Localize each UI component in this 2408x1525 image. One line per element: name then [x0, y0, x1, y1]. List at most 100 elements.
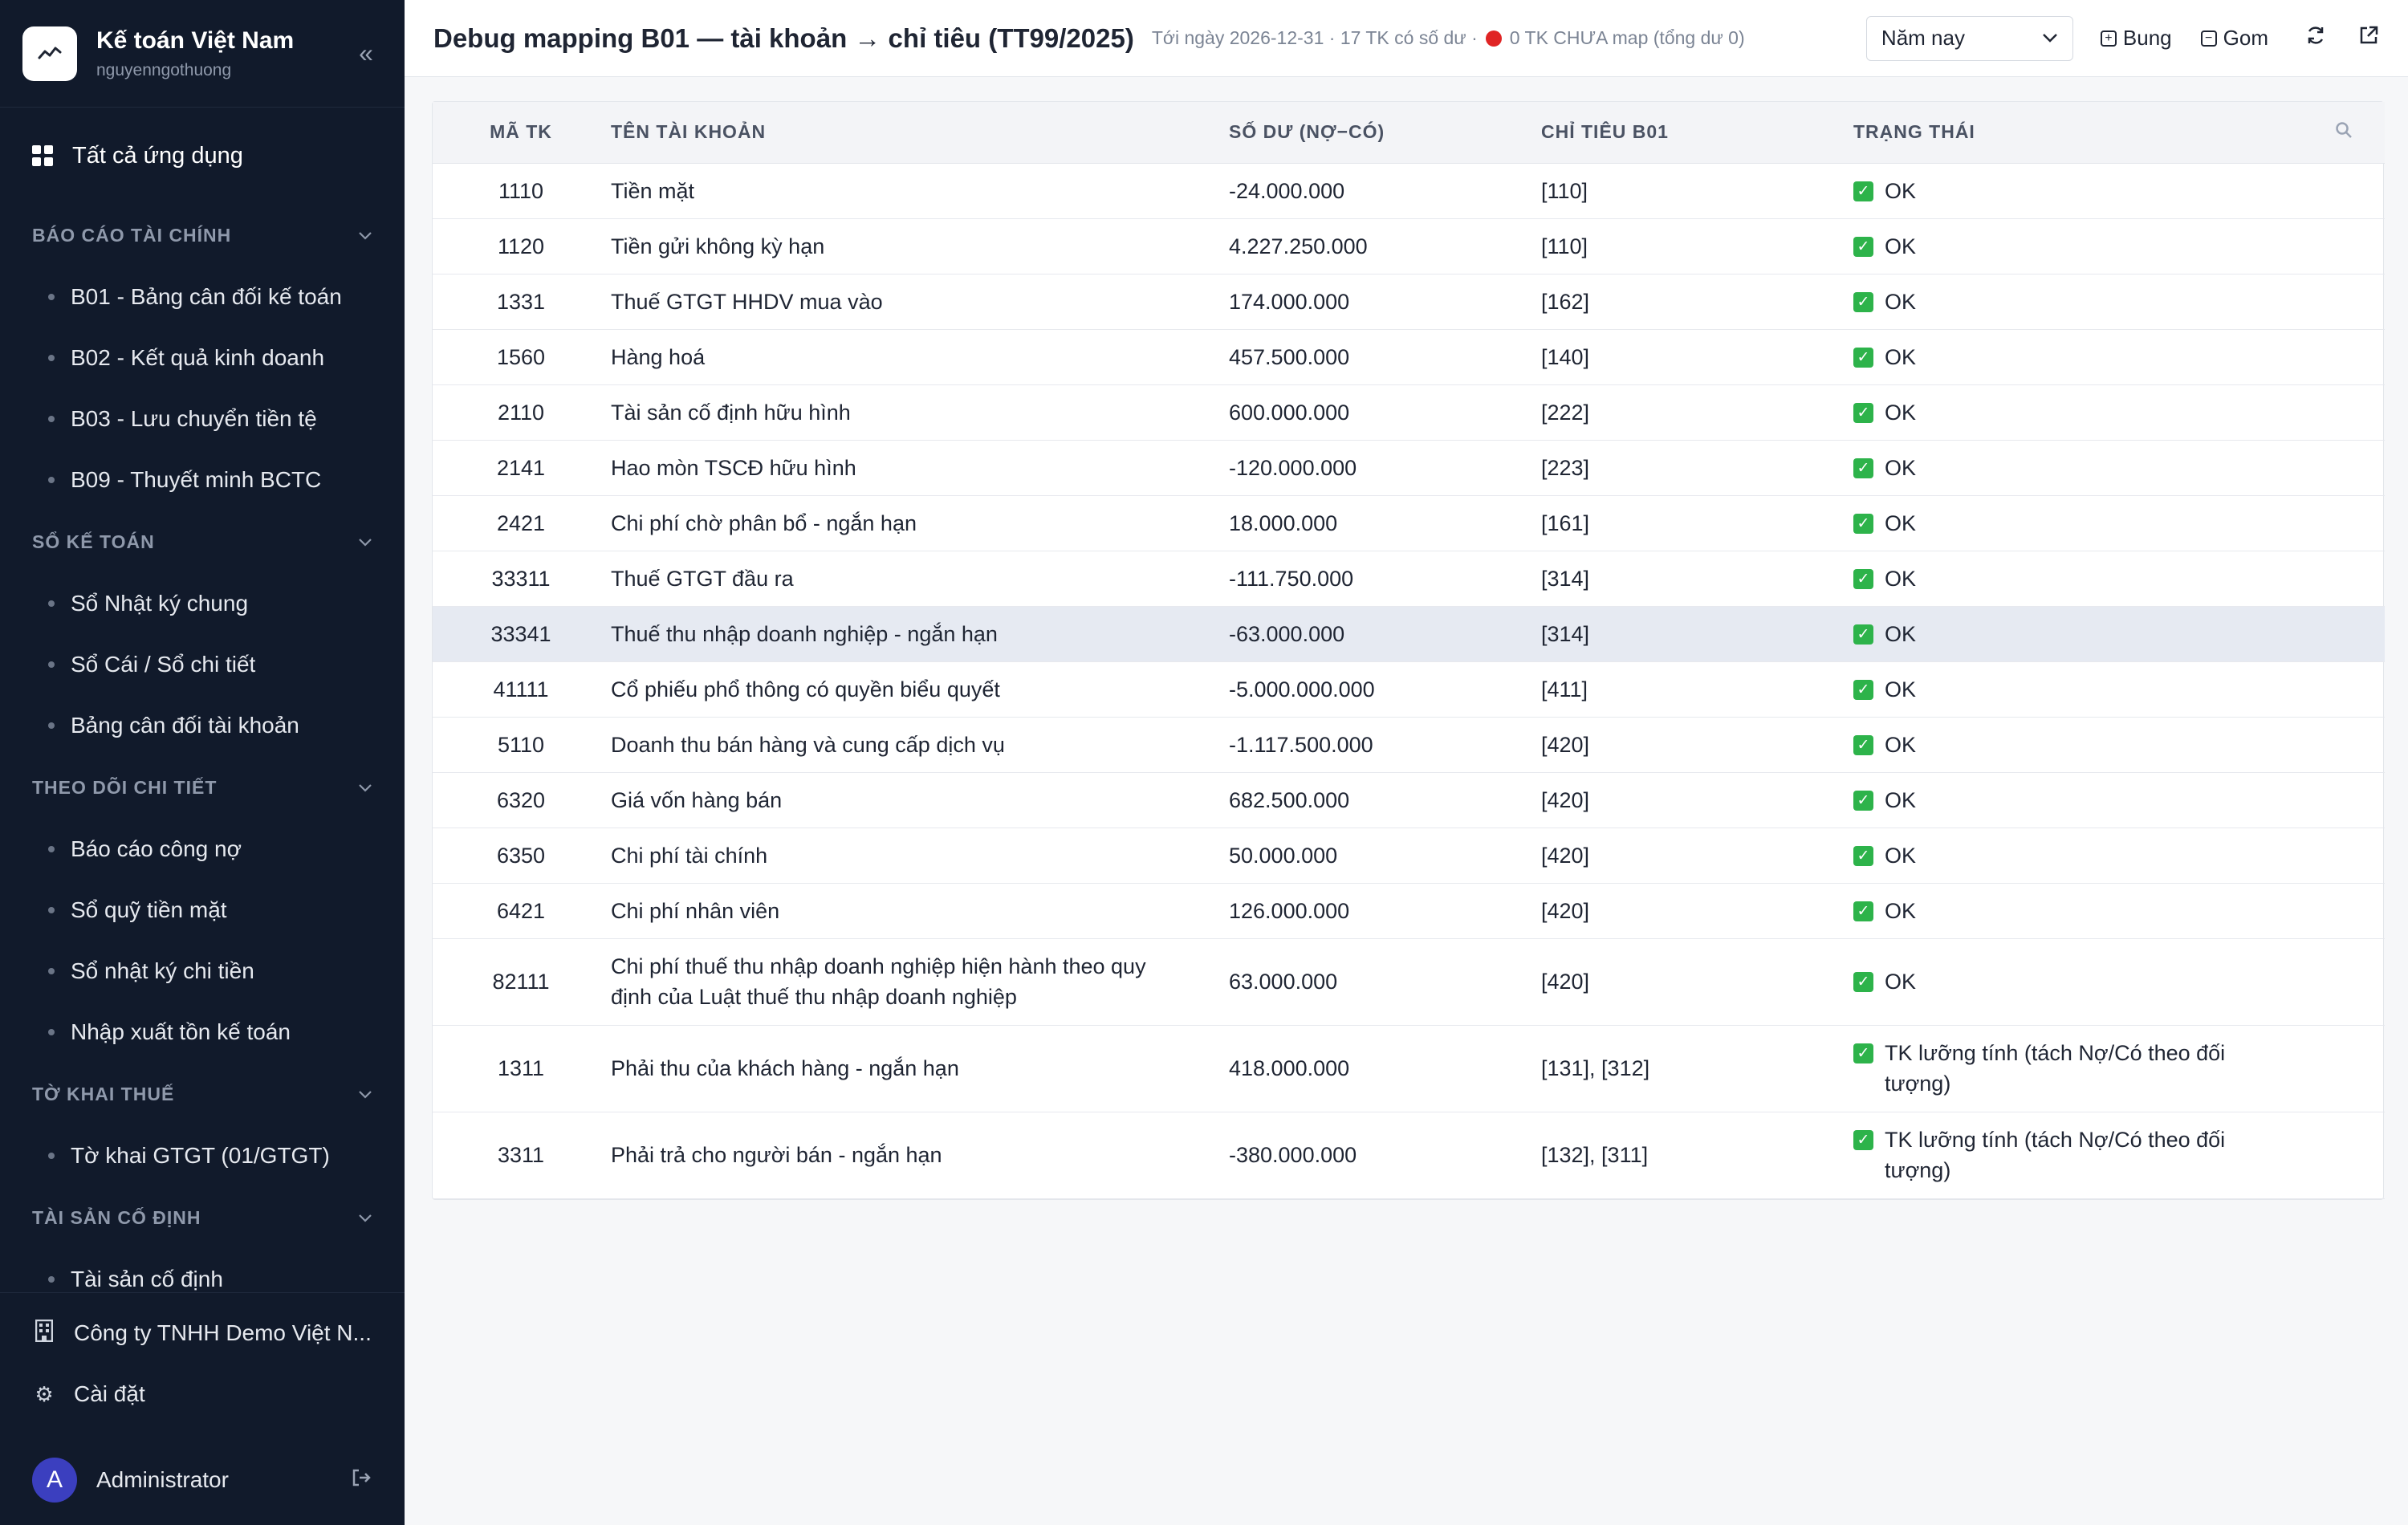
row-spacer-cell — [2303, 218, 2385, 274]
sidebar-nav-item[interactable]: B09 - Thuyết minh BCTC — [0, 449, 405, 510]
table-row[interactable]: 1331 Thuế GTGT HHDV mua vào 174.000.000 [16… — [433, 274, 2385, 330]
sidebar-nav-item[interactable]: B02 - Kết quả kinh doanh — [0, 327, 405, 388]
status-cell: ✓ OK — [1853, 163, 2303, 219]
balance-cell: 174.000.000 — [1229, 274, 1541, 330]
account-code-cell: 1560 — [433, 329, 609, 385]
sidebar-nav-item[interactable]: Sổ nhật ký chi tiền — [0, 941, 405, 1002]
sidebar-nav-item-label: B01 - Bảng cân đối kế toán — [71, 284, 342, 309]
collapse-all-button[interactable]: − Gom — [2200, 26, 2268, 51]
user-profile[interactable]: A Administrator — [0, 1444, 405, 1516]
settings-label: Cài đặt — [74, 1381, 145, 1406]
check-icon: ✓ — [1853, 513, 1873, 534]
status-cell: ✓ OK — [1853, 329, 2303, 385]
table-row[interactable]: 33311 Thuế GTGT đầu ra -111.750.000 [314] ✓ O… — [433, 551, 2385, 607]
gear-icon: ⚙ — [35, 1381, 54, 1406]
table-row[interactable]: 6350 Chi phí tài chính 50.000.000 [420] ✓ OK — [433, 828, 2385, 884]
external-link-icon[interactable] — [2358, 25, 2379, 51]
sidebar-nav-item[interactable]: B01 - Bảng cân đối kế toán — [0, 266, 405, 327]
status-cell: ✓ OK — [1853, 218, 2303, 274]
collapse-sidebar-icon[interactable]: « — [350, 39, 382, 68]
building-icon — [32, 1319, 56, 1348]
status-cell: ✓ TK lưỡng tính (tách Nợ/Có theo đối tượn… — [1853, 1025, 2303, 1112]
refresh-icon[interactable] — [2305, 25, 2326, 51]
table-row[interactable]: 2141 Hao mòn TSCĐ hữu hình -120.000.000 [22… — [433, 440, 2385, 496]
table-row[interactable]: 33341 Thuế thu nhập doanh nghiệp - ngắn h… — [433, 606, 2385, 662]
period-select[interactable]: Năm nay — [1865, 15, 2073, 61]
sidebar-nav-item[interactable]: Tờ khai GTGT (01/GTGT) — [0, 1125, 405, 1186]
bullet-dot-icon — [48, 1276, 55, 1283]
table-row[interactable]: 82111 Chi phí thuế thu nhập doanh nghiệp … — [433, 938, 2385, 1026]
column-header-code[interactable]: MÃ TK — [433, 102, 609, 164]
sidebar-nav-item[interactable]: Báo cáo công nợ — [0, 819, 405, 880]
table-row[interactable]: 2421 Chi phí chờ phân bổ - ngắn hạn 18.000… — [433, 495, 2385, 551]
account-code-cell: 2110 — [433, 384, 609, 441]
column-header-name[interactable]: TÊN TÀI KHOẢN — [609, 102, 1229, 164]
sidebar-section-header[interactable]: SỔ KẾ TOÁN — [0, 510, 405, 573]
check-icon: ✓ — [1853, 972, 1873, 992]
status-text: OK — [1885, 234, 1917, 258]
sidebar-nav-item-label: Tài sản cố định — [71, 1267, 223, 1291]
status-content: ✓ TK lưỡng tính (tách Nợ/Có theo đối tượn… — [1853, 1038, 2271, 1099]
sidebar-nav-item-label: Nhập xuất tồn kế toán — [71, 1019, 291, 1044]
status-text: OK — [1885, 566, 1917, 591]
table-row[interactable]: 1120 Tiền gửi không kỳ hạn 4.227.250.000 [1… — [433, 218, 2385, 274]
status-text: OK — [1885, 344, 1917, 369]
column-header-status[interactable]: TRẠNG THÁI — [1853, 102, 2303, 164]
app-logo-icon[interactable] — [22, 26, 77, 81]
table-row[interactable]: 1311 Phải thu của khách hàng - ngắn hạn 41… — [433, 1025, 2385, 1112]
table-row[interactable]: 1560 Hàng hoá 457.500.000 [140] ✓ OK — [433, 329, 2385, 385]
table-row[interactable]: 5110 Doanh thu bán hàng và cung cấp dịch … — [433, 717, 2385, 773]
expand-label: Bung — [2122, 26, 2172, 50]
table-row[interactable]: 3311 Phải trả cho người bán - ngắn hạn -38… — [433, 1112, 2385, 1199]
check-icon: ✓ — [1853, 568, 1873, 589]
sidebar-section-header[interactable]: TỜ KHAI THUẾ — [0, 1063, 405, 1125]
status-content: ✓ OK — [1853, 896, 2271, 926]
sidebar-nav-item[interactable]: Sổ Nhật ký chung — [0, 573, 405, 634]
settings-link[interactable]: ⚙ Cài đặt — [0, 1364, 405, 1425]
bullet-dot-icon — [48, 355, 55, 361]
page-header: Debug mapping B01 — tài khoản → chỉ tiêu… — [405, 0, 2408, 77]
status-cell: ✓ OK — [1853, 495, 2303, 551]
table-row[interactable]: 6320 Giá vốn hàng bán 682.500.000 [420] ✓ OK — [433, 772, 2385, 828]
column-header-balance[interactable]: SỐ DƯ (NỢ−CÓ) — [1229, 102, 1541, 164]
account-name-cell: Giá vốn hàng bán — [609, 772, 1229, 828]
check-icon: ✓ — [1853, 181, 1873, 201]
bullet-dot-icon — [48, 722, 55, 729]
account-code-cell: 6350 — [433, 828, 609, 884]
table-row[interactable]: 6421 Chi phí nhân viên 126.000.000 [420] ✓ OK — [433, 883, 2385, 939]
sidebar-nav-item[interactable]: Nhập xuất tồn kế toán — [0, 1002, 405, 1063]
sidebar-nav-item[interactable]: Sổ quỹ tiền mặt — [0, 880, 405, 941]
sidebar-section-header[interactable]: BÁO CÁO TÀI CHÍNH — [0, 204, 405, 266]
b01-target-cell: [132], [311] — [1541, 1112, 1853, 1199]
table-search-icon[interactable] — [2303, 102, 2385, 164]
all-apps-link[interactable]: Tất cả ứng dụng — [0, 108, 405, 204]
sidebar-nav-item[interactable]: Tài sản cố định — [0, 1249, 405, 1292]
table-row[interactable]: 41111 Cổ phiếu phổ thông có quyền biểu qu… — [433, 661, 2385, 718]
status-content: ✓ OK — [1853, 563, 2271, 594]
page-subtitle: Tới ngày 2026-12-31 · 17 TK có số dư · 0… — [1152, 27, 1745, 49]
subtitle-summary: Tới ngày 2026-12-31 · 17 TK có số dư · — [1151, 27, 1478, 48]
check-icon: ✓ — [1853, 402, 1873, 423]
company-switcher[interactable]: Công ty TNHH Demo Việt N... — [0, 1303, 405, 1364]
table-row[interactable]: 1110 Tiền mặt -24.000.000 [110] ✓ OK — [433, 163, 2385, 219]
period-select-value: Năm nay — [1881, 26, 1965, 50]
status-content: ✓ OK — [1853, 342, 2271, 372]
minus-square-icon: − — [2200, 30, 2217, 47]
sidebar-nav-item[interactable]: B03 - Lưu chuyển tiền tệ — [0, 388, 405, 449]
chevron-down-icon — [2042, 29, 2058, 47]
account-name-cell: Tiền mặt — [609, 163, 1229, 219]
expand-all-button[interactable]: + Bung — [2100, 26, 2172, 51]
balance-cell: -1.117.500.000 — [1229, 717, 1541, 773]
account-code-cell: 1120 — [433, 218, 609, 274]
table-row[interactable]: 2110 Tài sản cố định hữu hình 600.000.000[… — [433, 384, 2385, 441]
sidebar-nav-item[interactable]: Sổ Cái / Sổ chi tiết — [0, 634, 405, 695]
sidebar-section-header[interactable]: THEO DÕI CHI TIẾT — [0, 756, 405, 819]
column-header-target[interactable]: CHỈ TIÊU B01 — [1541, 102, 1853, 164]
account-name-cell: Tài sản cố định hữu hình — [609, 384, 1229, 441]
logout-icon[interactable] — [352, 1468, 372, 1493]
sidebar-section-header[interactable]: TÀI SẢN CỐ ĐỊNH — [0, 1186, 405, 1249]
status-cell: ✓ OK — [1853, 772, 2303, 828]
sidebar-nav-item[interactable]: Bảng cân đối tài khoản — [0, 695, 405, 756]
balance-cell: 63.000.000 — [1229, 938, 1541, 1026]
sidebar-section-title: TỜ KHAI THUẾ — [32, 1083, 175, 1104]
